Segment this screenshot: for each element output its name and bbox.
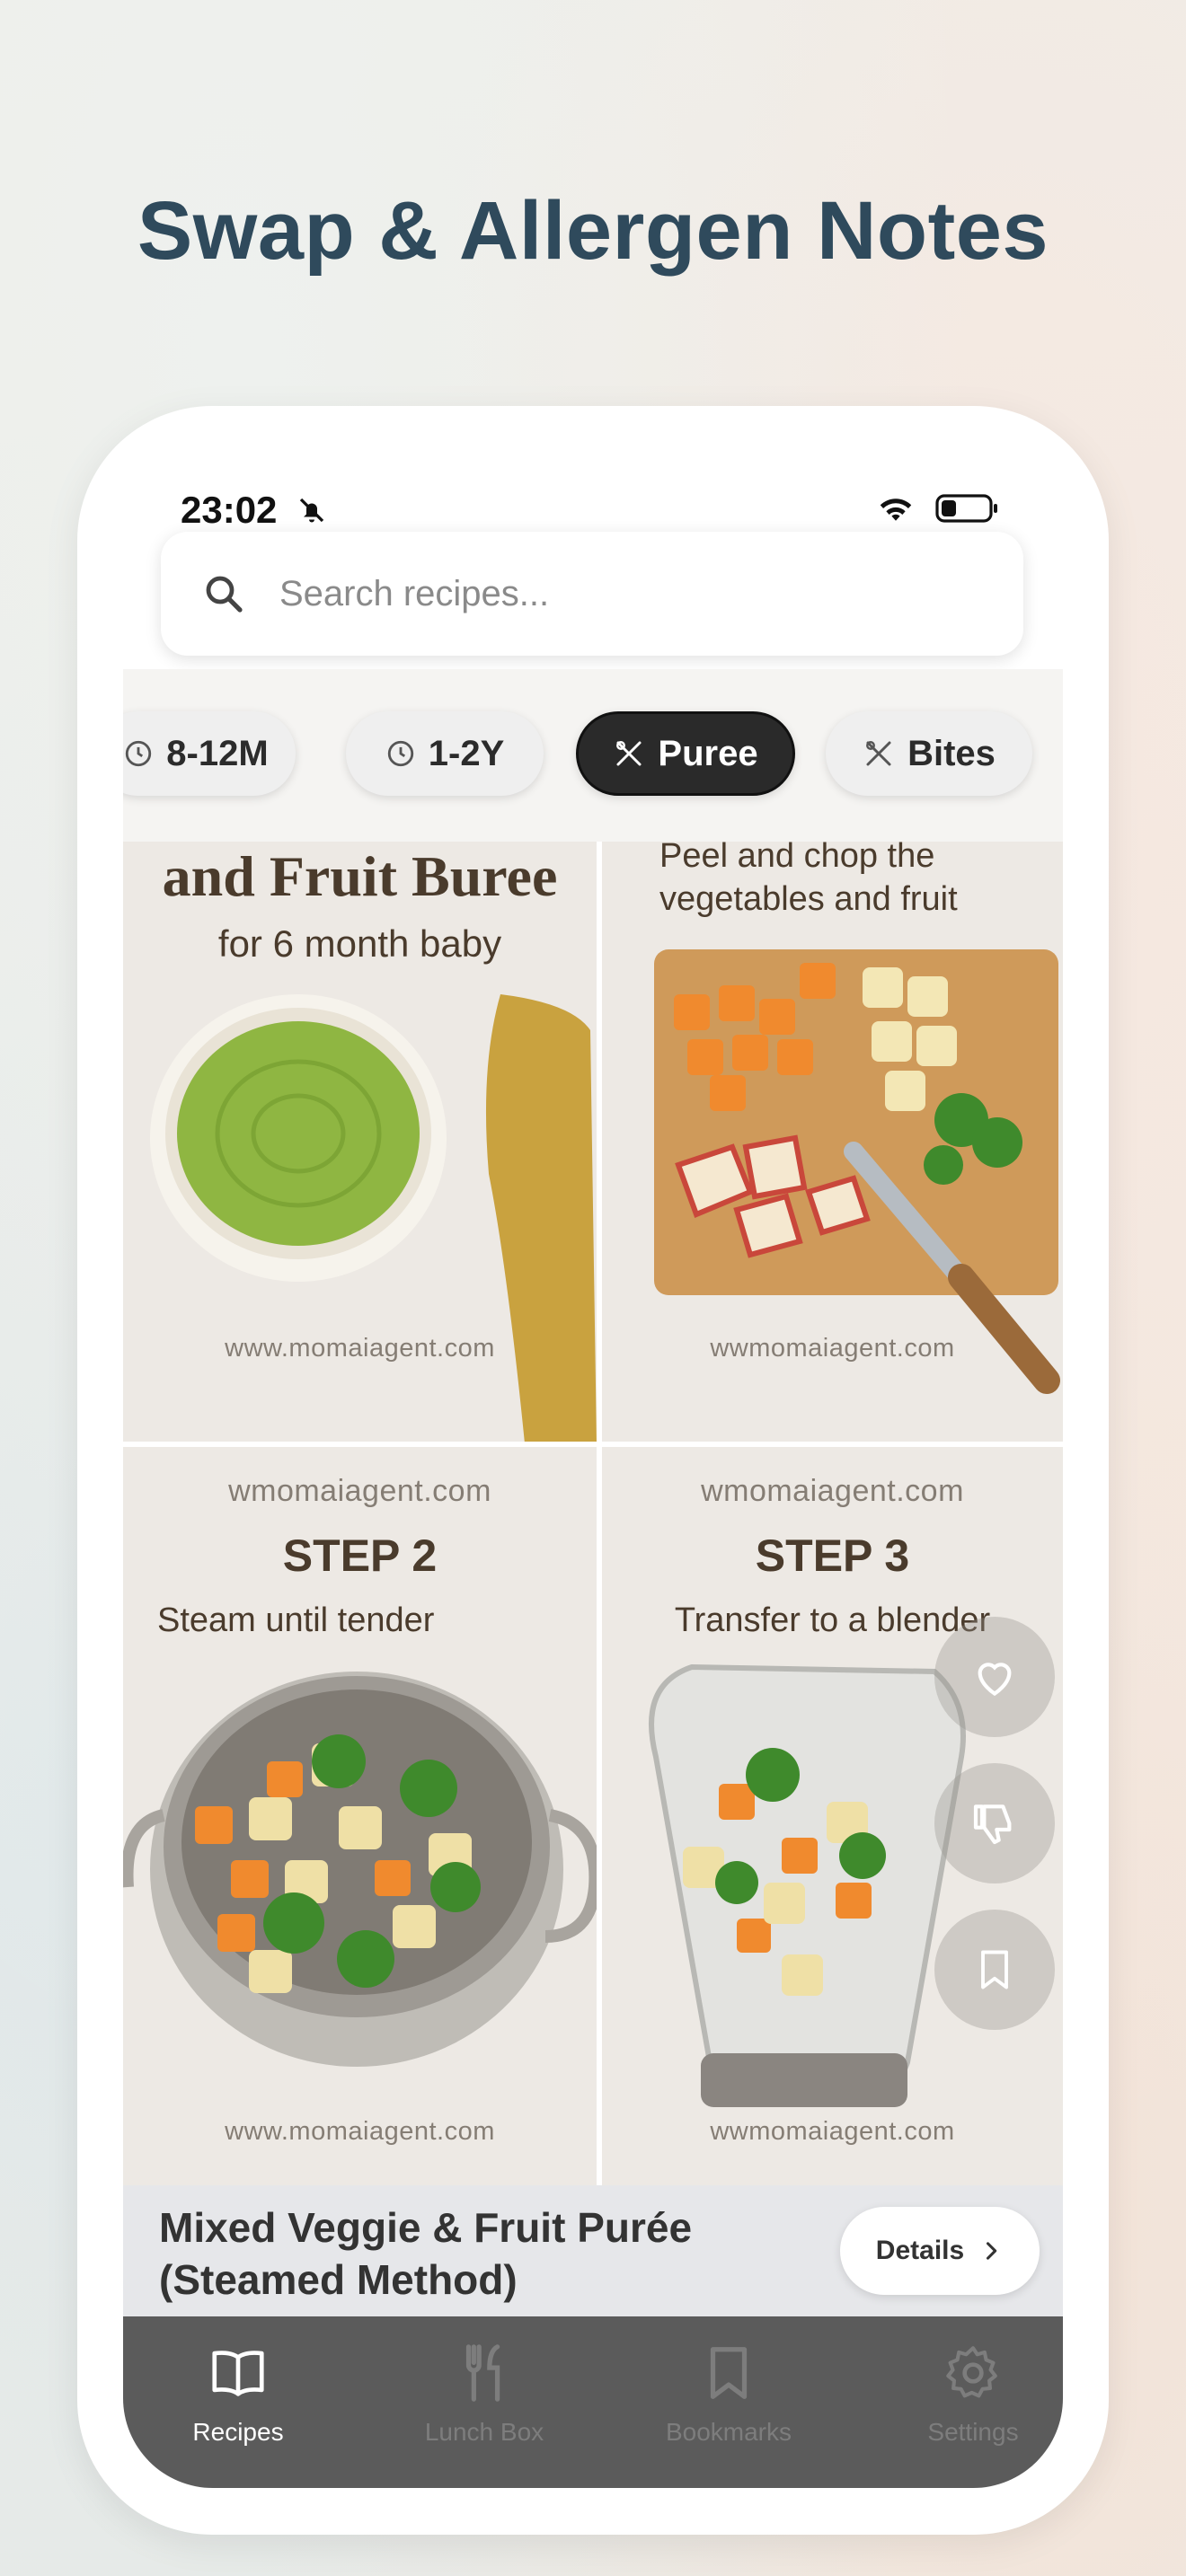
recipe-image-step3: wmomaiagent.com STEP 3 Transfer to a ble… <box>602 1447 1063 2185</box>
step-label: STEP 3 <box>755 1531 910 1581</box>
recipe-title: Mixed Veggie & Fruit Purée (Steamed Meth… <box>159 2201 788 2306</box>
recipe-title-line2: (Steamed Method) <box>159 2256 518 2303</box>
status-time: 23:02 <box>181 489 278 531</box>
bookmark-button[interactable] <box>934 1910 1055 2030</box>
watermark-top: wmomaiagent.com <box>228 1474 491 1508</box>
steamer-pot-image <box>123 1672 597 2067</box>
like-button[interactable] <box>934 1617 1055 1737</box>
chevron-right-icon <box>987 2242 997 2260</box>
tab-label: Bookmarks <box>665 2418 792 2446</box>
card-title: and Fruit Buree <box>162 844 558 908</box>
page-headline: Swap & Allergen Notes <box>137 185 1049 277</box>
search-input[interactable]: Search recipes... <box>279 574 549 614</box>
details-label: Details <box>875 2236 965 2265</box>
tab-recipes[interactable]: Recipes <box>148 2342 328 2447</box>
recipe-title-line1: Mixed Veggie & Fruit Purée <box>159 2204 693 2251</box>
recipe-image-grid[interactable]: and Fruit Buree for 6 month baby www.mom… <box>123 842 1063 2185</box>
chip-label: 8-12M <box>166 733 269 773</box>
wifi-icon <box>880 498 912 521</box>
tab-settings[interactable]: Settings <box>883 2342 1063 2447</box>
watermark: www.momaiagent.com <box>225 1334 495 1363</box>
clock-icon <box>387 740 413 767</box>
details-button[interactable]: Details <box>840 2207 1040 2295</box>
tab-bookmarks[interactable]: Bookmarks <box>639 2342 819 2447</box>
fork-knife-icon <box>465 2344 500 2402</box>
app-screen: 23:02 Search recipes... 8-12M 1-2Y Puree… <box>123 467 1063 2488</box>
tab-label: Recipes <box>192 2418 284 2446</box>
tab-lunch-box[interactable]: Lunch Box <box>394 2342 574 2447</box>
bottom-tab-bar: Recipes Lunch Box Bookmarks Settings <box>123 2316 1063 2488</box>
gear-icon <box>946 2346 997 2398</box>
card-step-caption: Peel and chop the vegetables and fruit <box>659 842 958 918</box>
chip-label: Bites <box>907 733 996 773</box>
chip-label: Puree <box>658 733 758 773</box>
clock-icon <box>126 740 152 767</box>
recipe-image-step1: Peel and chop the vegetables and fruit w… <box>602 842 1063 1442</box>
tab-label: Lunch Box <box>424 2418 544 2446</box>
thumbs-down-icon <box>973 1804 1012 1845</box>
chip-label: 1-2Y <box>428 733 505 773</box>
step-caption: Steam until tender <box>157 1601 435 1639</box>
card-subtitle: for 6 month baby <box>217 922 502 965</box>
tab-label: Settings <box>927 2418 1019 2446</box>
utensils-icon <box>616 741 642 766</box>
puree-bowl-image <box>150 994 597 1442</box>
filter-chips: 8-12M 1-2Y Puree Bites <box>123 669 1063 842</box>
chip-8-12m[interactable]: 8-12M <box>123 711 296 796</box>
recipe-caption-bar: Mixed Veggie & Fruit Purée (Steamed Meth… <box>123 2185 1063 2316</box>
recipe-image-finished: and Fruit Buree for 6 month baby www.mom… <box>123 842 597 1442</box>
chip-bites[interactable]: Bites <box>826 711 1032 796</box>
bookmark-icon <box>981 1950 1008 1989</box>
step-label: STEP 2 <box>282 1531 438 1581</box>
chip-1-2y[interactable]: 1-2Y <box>346 711 544 796</box>
dislike-button[interactable] <box>934 1763 1055 1883</box>
heart-icon <box>978 1663 1012 1697</box>
utensils-icon <box>866 741 891 766</box>
watermark: www.momaiagent.com <box>225 2117 495 2146</box>
bell-off-icon <box>299 498 324 523</box>
recipe-image-step2: wmomaiagent.com STEP 2 Steam until tende… <box>123 1447 597 2185</box>
book-icon <box>212 2351 264 2396</box>
search-bar[interactable]: Search recipes... <box>161 532 1023 656</box>
watermark: wwmomaiagent.com <box>710 2117 955 2146</box>
bookmark-icon <box>710 2347 748 2399</box>
watermark-top: wmomaiagent.com <box>701 1474 964 1508</box>
search-icon <box>206 576 243 613</box>
battery-icon <box>935 494 997 523</box>
watermark: wwmomaiagent.com <box>710 1334 955 1363</box>
chip-puree[interactable]: Puree <box>576 711 795 796</box>
